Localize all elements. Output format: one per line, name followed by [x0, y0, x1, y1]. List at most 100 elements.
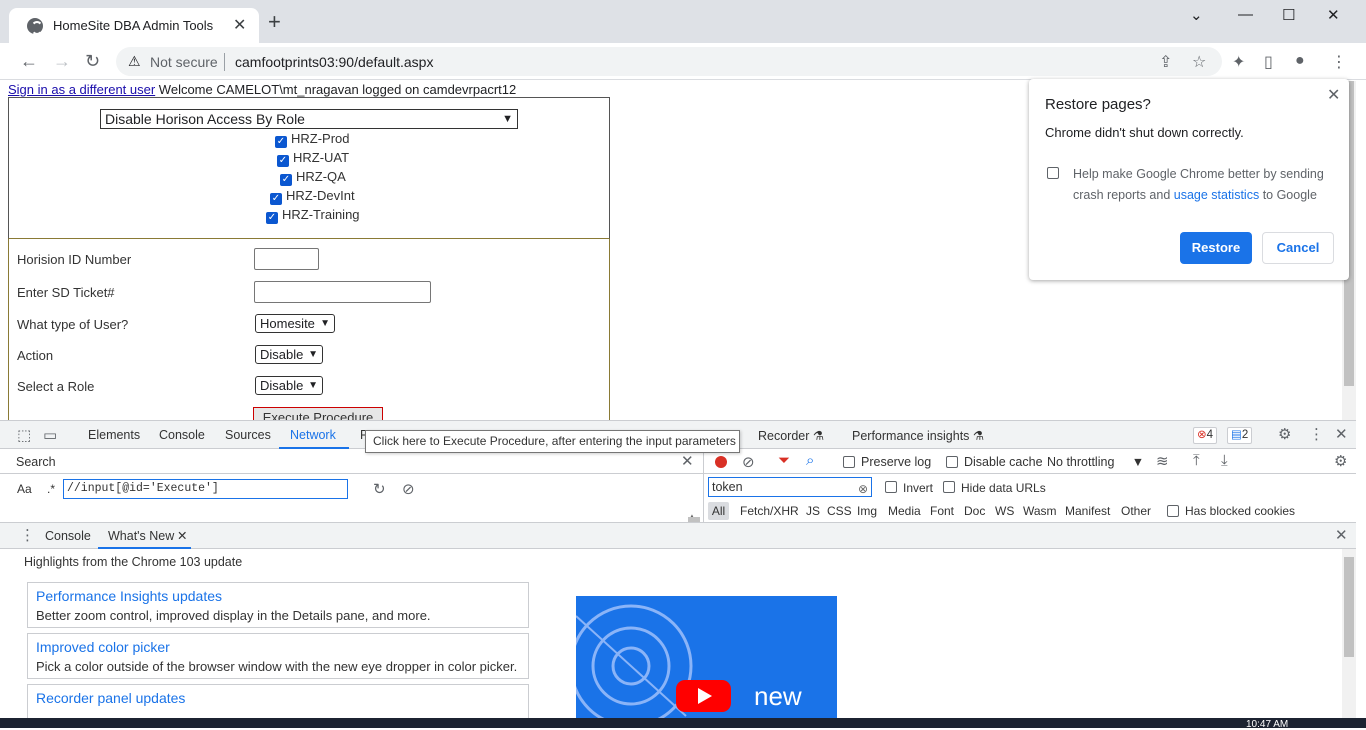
role-access-select[interactable]: Disable Horison Access By Role ▼	[100, 109, 518, 129]
close-devtools-icon[interactable]: ✕	[1335, 425, 1348, 443]
checkbox-hrz-training[interactable]: ✓ HRZ-Training	[266, 207, 360, 224]
tab-search-icon[interactable]: ⌄	[1190, 6, 1203, 24]
help-checkbox[interactable]	[1047, 167, 1059, 179]
checkbox-hrz-prod[interactable]: ✓ HRZ-Prod	[275, 131, 350, 148]
taskbar-clock[interactable]: 10:47 AM	[1246, 720, 1288, 730]
execute-procedure-button[interactable]: Execute Procedure	[253, 407, 383, 420]
role-select[interactable]: Disable ▼	[255, 376, 323, 395]
hide-data-urls-checkbox[interactable]	[943, 481, 955, 493]
card-title[interactable]: Recorder panel updates	[36, 690, 185, 706]
close-search-icon[interactable]: ✕	[681, 452, 694, 470]
maximize-icon[interactable]: ☐	[1282, 6, 1295, 24]
type-filter-fetch-xhr[interactable]: Fetch/XHR	[740, 504, 799, 518]
type-filter-other[interactable]: Other	[1121, 504, 1151, 518]
close-tab-icon[interactable]: ✕	[177, 528, 187, 543]
horizon-id-input[interactable]	[254, 248, 319, 270]
whats-new-card[interactable]: Performance Insights updates Better zoom…	[27, 582, 529, 628]
sd-ticket-input[interactable]	[254, 281, 431, 303]
new-tab-button[interactable]: +	[268, 11, 281, 33]
clear-filter-icon[interactable]: ⊗	[858, 480, 868, 498]
drawer-scrollbar[interactable]	[1342, 549, 1356, 719]
checkbox-hrz-uat[interactable]: ✓ HRZ-UAT	[277, 150, 349, 167]
type-filter-manifest[interactable]: Manifest	[1065, 504, 1110, 518]
bookmark-star-icon[interactable]: ☆	[1192, 52, 1206, 72]
throttling-select[interactable]: No throttling ▼	[1047, 455, 1144, 469]
checkbox-hrz-qa[interactable]: ✓ HRZ-QA	[280, 169, 346, 186]
card-title[interactable]: Performance Insights updates	[36, 588, 222, 604]
has-blocked-cookies-checkbox[interactable]	[1167, 505, 1179, 517]
tab-close-icon[interactable]: ✕	[233, 15, 246, 35]
type-filter-doc[interactable]: Doc	[964, 504, 985, 518]
share-icon[interactable]: ⇪	[1159, 52, 1172, 72]
type-filter-media[interactable]: Media	[888, 504, 921, 518]
invert-checkbox[interactable]	[885, 481, 897, 493]
type-filter-font[interactable]: Font	[930, 504, 954, 518]
search-icon[interactable]: ⌕	[806, 452, 814, 469]
drawer-tab-console[interactable]: Console	[45, 529, 91, 543]
match-case-toggle[interactable]: Aa	[17, 482, 32, 496]
tab-performance-insights[interactable]: Performance insights ⚗	[852, 428, 984, 443]
side-panel-icon[interactable]: ▯	[1264, 52, 1273, 72]
more-options-icon[interactable]: ⋮	[1309, 425, 1324, 443]
search-input[interactable]: //input[@id='Execute']	[63, 479, 348, 499]
checkbox-checked-icon[interactable]: ✓	[270, 193, 282, 205]
window-close-icon[interactable]: ✕	[1327, 6, 1340, 24]
type-filter-wasm[interactable]: Wasm	[1023, 504, 1057, 518]
tab-elements[interactable]: Elements	[88, 428, 140, 442]
type-filter-js[interactable]: JS	[806, 504, 820, 518]
export-har-icon[interactable]: ⤓	[1221, 452, 1228, 469]
clear-search-icon[interactable]: ⊘	[402, 480, 415, 498]
tab-sources[interactable]: Sources	[225, 428, 271, 442]
inspect-element-icon[interactable]: ⬚	[17, 426, 31, 444]
cancel-button[interactable]: Cancel	[1262, 232, 1334, 264]
minimize-icon[interactable]: —	[1238, 6, 1253, 23]
checkbox-checked-icon[interactable]: ✓	[277, 155, 289, 167]
not-secure-label[interactable]: Not secure	[150, 54, 218, 70]
error-count-badge[interactable]: ⊗4	[1193, 427, 1218, 444]
clear-icon[interactable]: ⊘	[742, 453, 755, 471]
import-har-icon[interactable]: ⤒	[1193, 452, 1200, 469]
user-type-select[interactable]: Homesite ▼	[255, 314, 335, 333]
network-settings-icon[interactable]: ⚙	[1334, 452, 1347, 470]
checkbox-hrz-devint[interactable]: ✓ HRZ-DevInt	[270, 188, 355, 205]
checkbox-checked-icon[interactable]: ✓	[280, 174, 292, 186]
checkbox-checked-icon[interactable]: ✓	[266, 212, 278, 224]
tab-console[interactable]: Console	[159, 428, 205, 442]
address-bar[interactable]: ⚠ Not secure camfootprints03:90/default.…	[116, 47, 1222, 76]
restore-button[interactable]: Restore	[1180, 232, 1252, 264]
type-filter-ws[interactable]: WS	[995, 504, 1014, 518]
message-count-badge[interactable]: ▤2	[1227, 427, 1253, 444]
warning-icon[interactable]: ⚠	[128, 53, 141, 70]
regex-toggle[interactable]: .*	[47, 482, 55, 496]
sign-in-different-user-link[interactable]: Sign in as a different user	[8, 82, 155, 97]
usage-statistics-link[interactable]: usage statistics	[1174, 188, 1259, 202]
filter-icon[interactable]: ⏷	[778, 452, 790, 469]
reload-icon[interactable]: ↻	[85, 51, 100, 72]
forward-icon[interactable]: →	[53, 51, 71, 72]
network-conditions-icon[interactable]: ≋	[1156, 452, 1169, 470]
tab-network[interactable]: Network	[290, 428, 336, 442]
profile-avatar-icon[interactable]: ●	[1295, 52, 1305, 70]
refresh-search-icon[interactable]: ↻	[373, 480, 386, 498]
type-filter-all[interactable]: All	[708, 502, 729, 520]
type-filter-css[interactable]: CSS	[827, 504, 852, 518]
preserve-log-checkbox[interactable]	[843, 456, 855, 468]
record-icon[interactable]	[715, 456, 727, 468]
type-filter-img[interactable]: Img	[857, 504, 877, 518]
tab-recorder[interactable]: Recorder ⚗	[758, 428, 824, 443]
drawer-tab-whats-new[interactable]: What's New	[108, 529, 174, 543]
settings-gear-icon[interactable]: ⚙	[1278, 425, 1291, 443]
extensions-icon[interactable]: ✦	[1232, 52, 1245, 72]
drawer-menu-icon[interactable]: ⋮	[20, 526, 35, 544]
network-filter-input[interactable]: token ⊗	[708, 477, 872, 497]
whats-new-card[interactable]: Recorder panel updates	[27, 684, 529, 719]
checkbox-checked-icon[interactable]: ✓	[275, 136, 287, 148]
close-icon[interactable]: ✕	[1327, 85, 1340, 105]
back-icon[interactable]: ←	[20, 51, 38, 72]
whats-new-video-thumbnail[interactable]: new	[576, 596, 837, 719]
browser-tab[interactable]: HomeSite DBA Admin Tools ✕	[9, 8, 259, 43]
url-text[interactable]: camfootprints03:90/default.aspx	[235, 54, 433, 70]
more-menu-icon[interactable]: ⋮	[1331, 52, 1347, 72]
action-select[interactable]: Disable ▼	[255, 345, 323, 364]
scrollbar-thumb[interactable]	[1344, 557, 1354, 657]
